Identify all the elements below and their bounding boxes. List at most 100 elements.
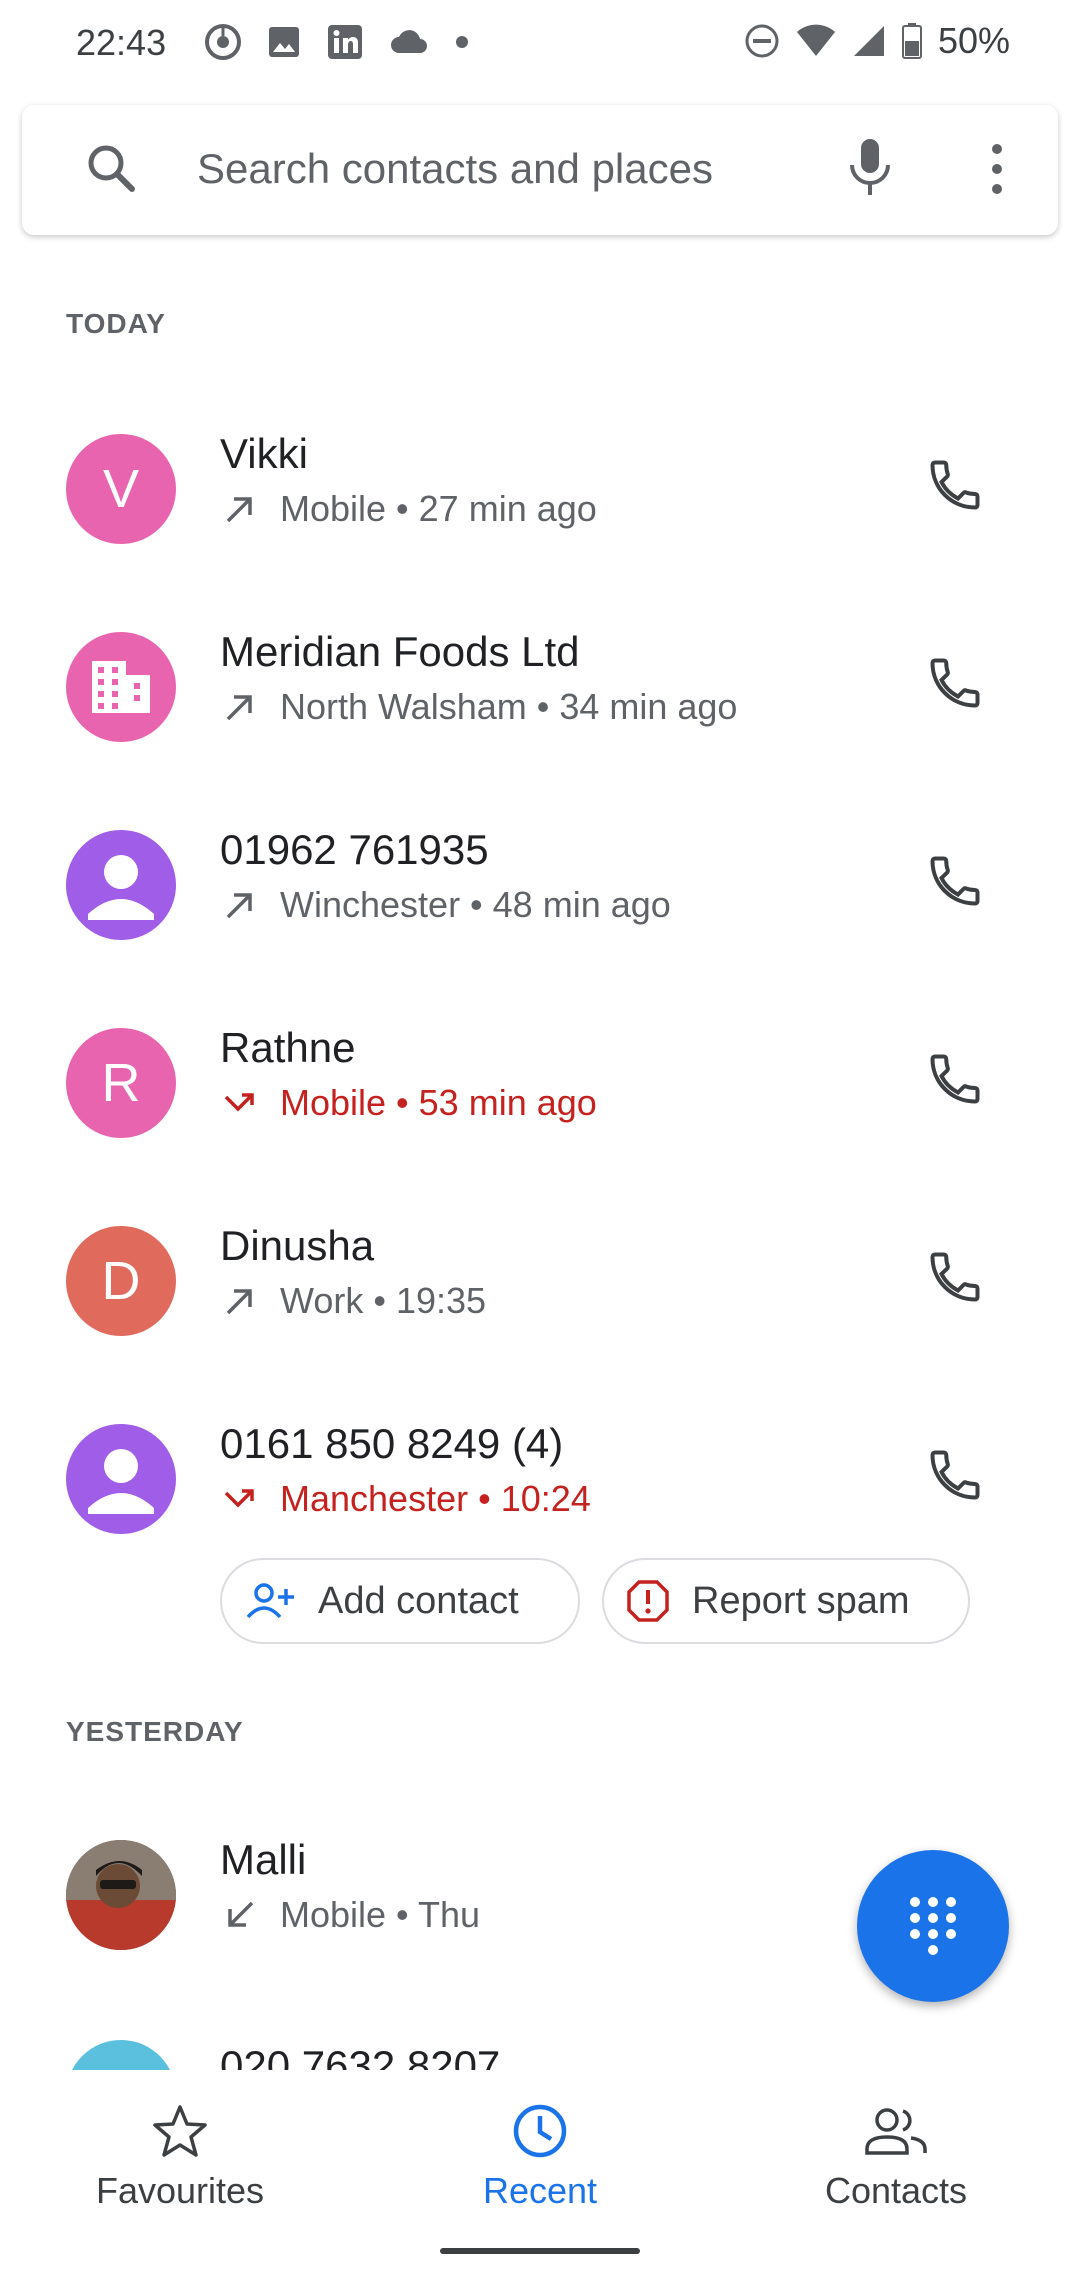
cloud-icon [391,30,427,53]
call-button[interactable] [920,648,990,718]
call-detail-text: Mobile • Thu [280,1894,481,1935]
building-icon [92,661,150,713]
wifi-icon [796,24,835,56]
outgoing-call-icon [226,497,252,523]
call-detail-text: Mobile • 53 min ago [280,1082,597,1123]
call-row[interactable]: 0161 850 8249 (4) Manchester • 10:24 [0,1400,1080,1560]
tab-favourites-label: Favourites [95,2170,265,2211]
person-icon [88,855,154,920]
section-header-today: TODAY [66,308,166,339]
tab-recent-label: Recent [482,2170,598,2211]
call-button[interactable] [920,450,990,520]
phone-icon [930,1054,980,1104]
avatar-letter: R [101,1053,141,1113]
call-name: Meridian Foods Ltd [220,628,580,675]
phone-icon [930,460,980,510]
report-icon [626,1579,670,1623]
tab-favourites[interactable]: Favourites [30,2100,330,2212]
call-detail-text: Mobile • 27 min ago [280,488,597,529]
incoming-call-icon [228,1901,254,1927]
report-spam-button[interactable]: Report spam [602,1558,970,1644]
people-icon [865,2108,927,2155]
call-name: Rathne [220,1024,356,1071]
avatar[interactable]: R [66,1028,176,1138]
call-detail: Mobile • Thu [220,1894,480,1936]
call-row[interactable]: V Vikki Mobile • 27 min ago [0,410,1080,570]
tab-recent[interactable]: Recent [390,2100,690,2212]
more-options-icon[interactable] [982,139,1012,199]
add-contact-button[interactable]: Add contact [220,1558,580,1644]
tab-contacts[interactable]: Contacts [746,2100,1046,2212]
avatar[interactable] [66,1424,176,1534]
image-icon [269,27,299,57]
phone-icon [930,1450,980,1500]
home-indicator[interactable] [440,2248,640,2254]
dot-icon [456,36,468,48]
search-input[interactable]: Search contacts and places [197,145,713,193]
avatar-letter: V [102,459,140,519]
dialpad-icon [910,1897,956,1955]
call-detail: Work • 19:35 [220,1280,486,1322]
call-detail: North Walsham • 34 min ago [220,686,737,728]
call-row[interactable]: Meridian Foods Ltd North Walsham • 34 mi… [0,608,1080,768]
star-icon [153,2105,207,2157]
avatar[interactable] [66,830,176,940]
call-row[interactable]: 01962 761935 Winchester • 48 min ago [0,806,1080,966]
dnd-icon [745,24,779,58]
outgoing-call-icon [226,893,252,919]
call-detail: Manchester • 10:24 [220,1478,591,1520]
phone-icon [930,658,980,708]
call-name: Vikki [220,430,308,477]
phone-icon [930,1252,980,1302]
notification-icons [205,24,469,60]
chrome-icon [205,24,241,60]
dialpad-button[interactable] [857,1850,1009,2002]
avatar[interactable] [66,1840,176,1950]
status-bar: 22:43 50% [0,0,1080,90]
search-icon[interactable] [82,139,142,199]
call-name: Malli [220,1836,307,1883]
call-name: 020 7632 8207 [220,2042,501,2070]
system-icons: 50% [744,20,1010,62]
call-button[interactable] [920,1440,990,1510]
call-button[interactable] [920,1242,990,1312]
linkedin-icon [328,25,362,59]
avatar[interactable]: V [66,434,176,544]
clock-icon [513,2104,567,2158]
call-name: 0161 850 8249 (4) [220,1420,564,1467]
report-spam-label: Report spam [692,1579,910,1622]
search-bar[interactable]: Search contacts and places [22,105,1058,235]
call-button[interactable] [920,846,990,916]
missed-call-icon [224,1093,254,1112]
phone-icon [930,856,980,906]
call-detail-text: Work • 19:35 [280,1280,487,1321]
add-person-icon [244,1581,296,1621]
call-button[interactable] [920,1044,990,1114]
avatar[interactable]: D [66,1226,176,1336]
contact-photo [66,1840,176,1950]
avatar[interactable] [66,632,176,742]
call-detail-text: Winchester • 48 min ago [280,884,671,925]
call-row[interactable]: R Rathne Mobile • 53 min ago [0,1004,1080,1164]
call-detail: Mobile • 53 min ago [220,1082,597,1124]
call-row-partial[interactable]: 020 7632 8207 [0,2040,1080,2070]
call-detail: Winchester • 48 min ago [220,884,671,926]
section-header-yesterday: YESTERDAY [66,1716,244,1747]
outgoing-call-icon [226,695,252,721]
call-name: Dinusha [220,1222,375,1269]
signal-icon [853,26,884,56]
call-name: 01962 761935 [220,826,489,873]
call-row[interactable]: D Dinusha Work • 19:35 [0,1202,1080,1362]
tab-contacts-label: Contacts [824,2170,968,2211]
battery-percent: 50% [937,20,1010,61]
outgoing-call-icon [226,1289,252,1315]
call-detail: Mobile • 27 min ago [220,488,597,530]
avatar[interactable] [66,2040,176,2070]
call-detail-text: North Walsham • 34 min ago [280,686,738,727]
add-contact-label: Add contact [318,1579,519,1622]
missed-call-icon [224,1489,254,1508]
status-time: 22:43 [76,22,167,63]
person-icon [88,1449,154,1514]
call-detail-text: Manchester • 10:24 [280,1478,591,1519]
mic-icon[interactable] [840,135,900,201]
